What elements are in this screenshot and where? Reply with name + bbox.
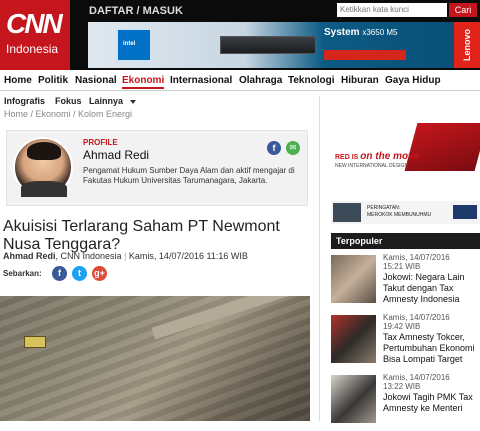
popular-thumb[interactable] [331, 315, 376, 363]
share-gplus-icon[interactable]: g+ [92, 266, 107, 281]
main-nav: Home Politik Nasional Ekonomi Internasio… [0, 70, 480, 91]
facebook-icon[interactable]: f [267, 141, 281, 155]
article-source: , CNN Indonesia [55, 251, 122, 261]
side-ad-headline: RED IS on the move [335, 151, 420, 162]
nav-item-nasional[interactable]: Nasional [75, 75, 117, 86]
ad-system-title: System x3650 M5 [324, 27, 398, 38]
nav-item-politik[interactable]: Politik [38, 75, 68, 86]
search-input[interactable] [337, 3, 447, 17]
popular-item[interactable]: Kamis, 14/07/2016 13:22 WIB Jokowi Tagih … [331, 373, 480, 431]
nav-item-gaya-hidup[interactable]: Gaya Hidup [385, 75, 441, 86]
profile-name[interactable]: Ahmad Redi [83, 148, 149, 162]
logo-text: CNN [6, 8, 63, 39]
chevron-down-icon[interactable] [130, 100, 136, 104]
subnav-fokus[interactable]: Fokus [55, 96, 82, 106]
cnn-logo[interactable]: CNN Indonesia [0, 0, 70, 70]
profile-description: Pengamat Hukum Sumber Daya Alam dan akti… [83, 166, 295, 185]
smoking-warning: PERINGATAN: MEROKOK MEMBUNUHMU [331, 201, 480, 224]
popular-title[interactable]: Jokowi: Negara Lain Takut dengan Tax Amn… [383, 272, 480, 305]
intel-chip-icon: intel [116, 28, 152, 62]
lenovo-logo: Lenovo [454, 22, 480, 68]
author-profile: PROFILE Ahmad Redi Pengamat Hukum Sumber… [6, 130, 308, 206]
article-title: Akuisisi Terlarang Saham PT Newmont Nusa… [3, 218, 280, 253]
nav-item-hiburan[interactable]: Hiburan [341, 75, 379, 86]
popular-thumb[interactable] [331, 375, 376, 423]
server-image [220, 36, 316, 54]
nav-item-ekonomi[interactable]: Ekonomi [122, 75, 165, 89]
avatar[interactable] [13, 137, 73, 197]
nav-item-teknologi[interactable]: Teknologi [288, 75, 334, 86]
popular-item[interactable]: Kamis, 14/07/2016 19:42 WIB Tax Amnesty T… [331, 313, 480, 371]
banner-ad[interactable]: intel System x3650 M5 Lenovo [88, 22, 480, 68]
nav-item-home[interactable]: Home [4, 75, 32, 86]
article-date: Kamis, 14/07/2016 11:16 WIB [128, 251, 248, 261]
brand-logo [453, 205, 477, 219]
ad-cta-button[interactable] [324, 50, 406, 60]
article-author[interactable]: Ahmad Redi [3, 251, 56, 261]
register-login-link[interactable]: DAFTAR / MASUK [89, 5, 183, 17]
breadcrumb: Home / Ekonomi / Kolom Energi [4, 109, 133, 119]
popular-title[interactable]: Jokowi Tagih PMK Tax Amnesty ke Menteri [383, 392, 480, 414]
article-photo [0, 296, 310, 421]
profile-label: PROFILE [83, 138, 118, 147]
email-icon[interactable]: ✉ [286, 141, 300, 155]
nav-item-olahraga[interactable]: Olahraga [239, 75, 282, 86]
terpopuler-heading: Terpopuler [331, 233, 480, 249]
mining-truck [24, 336, 46, 348]
warning-image [333, 203, 361, 222]
subnav-infografis[interactable]: Infografis [4, 96, 45, 106]
subnav-lainnya[interactable]: Lainnya [89, 96, 123, 106]
popular-thumb[interactable] [331, 255, 376, 303]
side-ad-subline: NEW INTERNATIONAL DESIGN [335, 163, 409, 169]
side-ad[interactable]: RED IS on the move NEW INTERNATIONAL DES… [331, 101, 480, 224]
article-byline: Ahmad Redi, CNN Indonesia | Kamis, 14/07… [3, 251, 248, 261]
popular-title[interactable]: Tax Amnesty Tokcer, Pertumbuhan Ekonomi … [383, 332, 480, 365]
share-twitter-icon[interactable]: t [72, 266, 87, 281]
column-divider [319, 96, 320, 421]
popular-item[interactable]: Kamis, 14/07/2016 15:21 WIB Jokowi: Negar… [331, 253, 480, 311]
search-button[interactable]: Cari [449, 3, 477, 17]
nav-item-internasional[interactable]: Internasional [170, 75, 232, 86]
share-label: Sebarkan: [3, 269, 42, 278]
logo-subtext: Indonesia [6, 42, 59, 56]
share-facebook-icon[interactable]: f [52, 266, 67, 281]
